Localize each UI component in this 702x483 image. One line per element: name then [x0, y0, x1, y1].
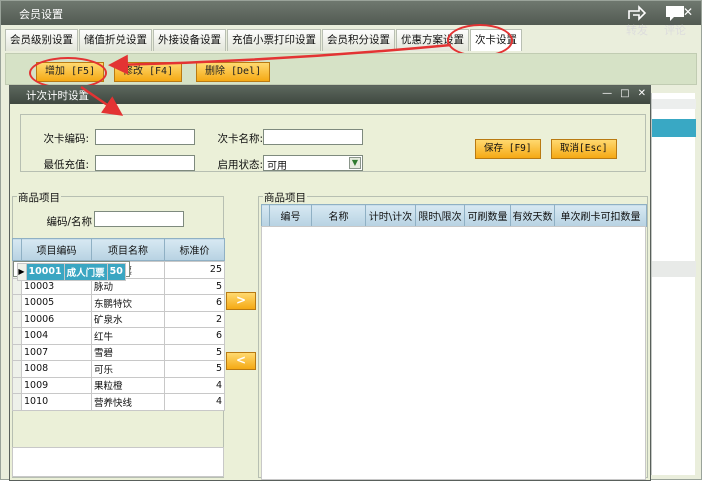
annotation-arrows: [80, 43, 452, 116]
annotation-arrow-add-to-dialog: [80, 85, 124, 116]
main-window: 会员设置 转发 评论 ✕ 会员级别设置 储值折兑设置 外接设备设置 充值小票打印…: [0, 0, 702, 481]
annotation-arrow-tab-to-add: [108, 43, 452, 75]
